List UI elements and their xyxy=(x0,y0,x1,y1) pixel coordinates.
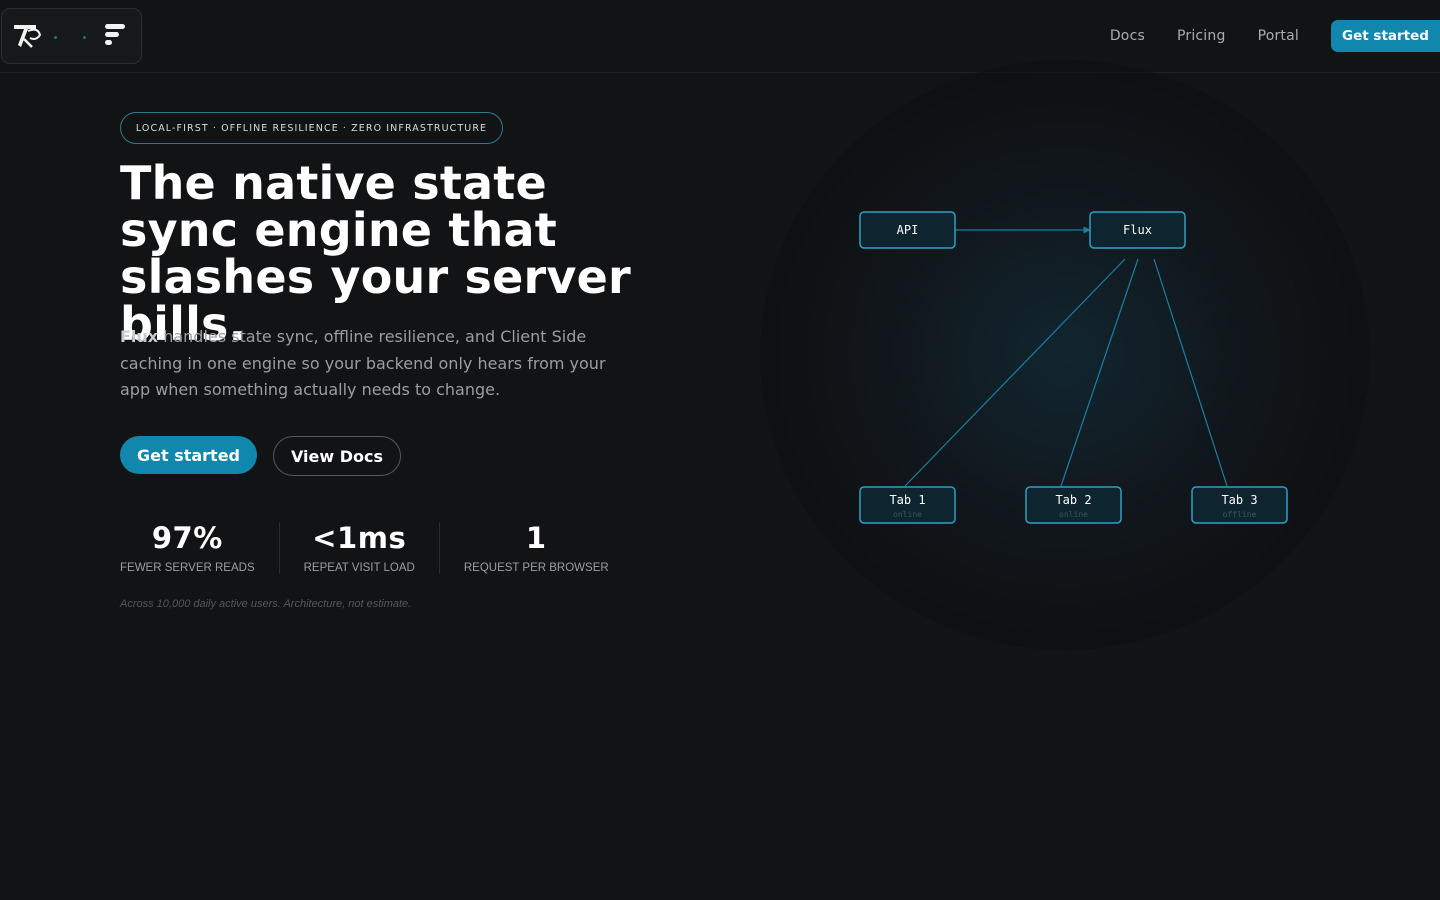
edge-flux-tab2 xyxy=(1060,258,1139,487)
node-tab1-label: Tab 1 xyxy=(889,493,925,507)
node-tab3: Tab 3 offline xyxy=(1191,486,1288,524)
node-tab2-status: online xyxy=(1059,510,1088,519)
node-tab1-status: online xyxy=(893,510,922,519)
edge-flux-tab3 xyxy=(1153,258,1228,487)
sync-diagram: API Flux Tab 1 online Tab 2 online Tab 3… xyxy=(859,211,1288,524)
node-tab2-label: Tab 2 xyxy=(1055,493,1091,507)
page: Docs Pricing Portal Get started LOCAL-FI… xyxy=(0,0,1440,900)
node-api-label: API xyxy=(897,223,919,237)
node-flux: Flux xyxy=(1089,211,1186,249)
node-tab1: Tab 1 online xyxy=(859,486,956,524)
node-api: API xyxy=(859,211,956,249)
node-flux-label: Flux xyxy=(1123,223,1152,237)
edge-flux-tab1 xyxy=(904,258,1126,487)
diagram-edges xyxy=(904,226,1228,487)
node-tab2: Tab 2 online xyxy=(1025,486,1122,524)
node-tab3-label: Tab 3 xyxy=(1221,493,1257,507)
node-tab3-status: offline xyxy=(1223,510,1257,519)
